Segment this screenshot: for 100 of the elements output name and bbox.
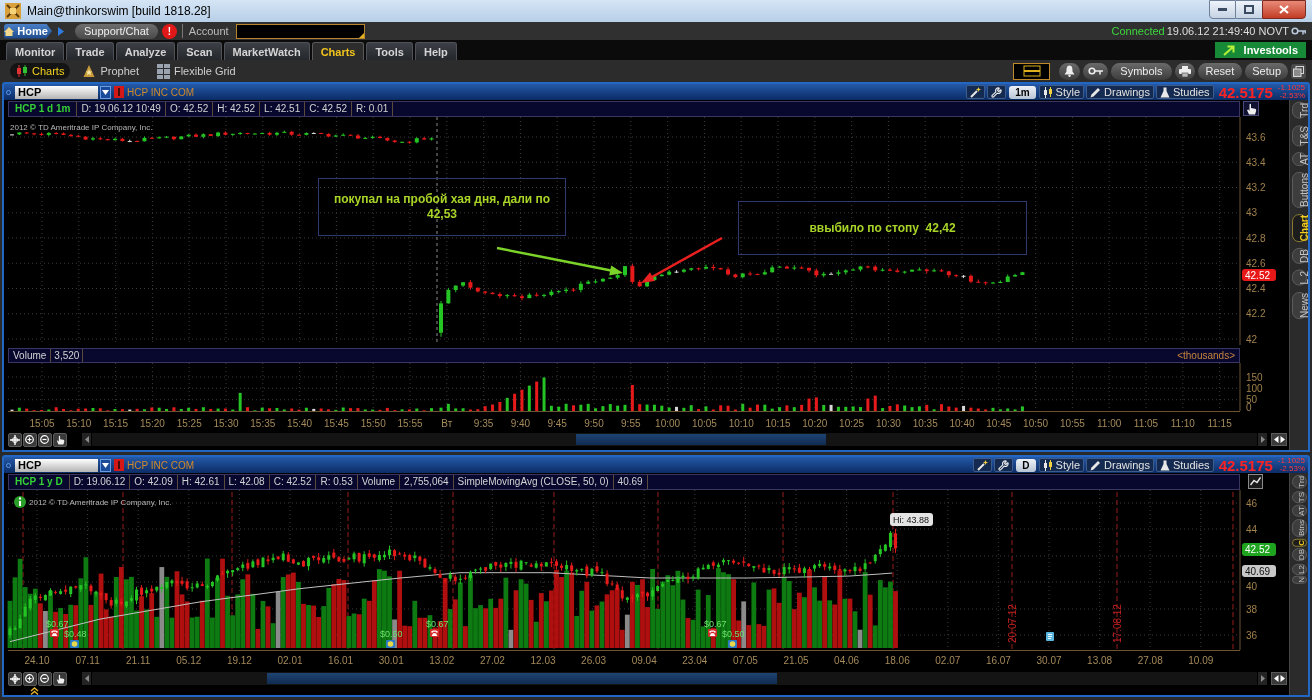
- side-tab[interactable]: AT: [1291, 504, 1307, 517]
- time-axis-label: 15:35: [250, 418, 276, 429]
- key-button[interactable]: [1083, 62, 1109, 80]
- home-button[interactable]: Home: [4, 23, 52, 39]
- account-label: Account: [188, 23, 229, 39]
- hand-icon: [55, 434, 65, 445]
- dropdown-button[interactable]: [100, 458, 111, 472]
- close-button[interactable]: [1262, 0, 1306, 19]
- crosshair-button[interactable]: [8, 671, 22, 686]
- main-tab[interactable]: Tools: [366, 42, 413, 60]
- minimize-button[interactable]: [1209, 0, 1236, 19]
- info-field: 2,755,064: [400, 474, 454, 489]
- side-tab[interactable]: Trd: [1291, 475, 1307, 489]
- print-button[interactable]: [1174, 62, 1195, 80]
- support-chat-button[interactable]: Support/Chat: [75, 23, 158, 39]
- style-button[interactable]: Style: [1038, 458, 1085, 472]
- main-tab[interactable]: Charts: [311, 42, 365, 60]
- scroll-left-button[interactable]: [82, 433, 91, 446]
- studies-button[interactable]: Studies: [1155, 458, 1214, 472]
- phone-icon[interactable]: [430, 629, 439, 637]
- side-tab[interactable]: N: [1291, 576, 1307, 585]
- coin-icon[interactable]: [70, 640, 79, 648]
- crosshair-button[interactable]: [8, 432, 22, 447]
- price-axis-label: 38: [1246, 603, 1258, 615]
- symbol-field[interactable]: HCP: [15, 85, 98, 99]
- phone-icon[interactable]: [50, 629, 59, 637]
- zoom-out-button[interactable]: [38, 671, 52, 686]
- pan-button[interactable]: [53, 432, 67, 447]
- alert-button[interactable]: !: [161, 23, 177, 39]
- layout-button[interactable]: [1013, 62, 1051, 80]
- side-tab[interactable]: Trd: [1291, 102, 1307, 119]
- scrollbar-thumb[interactable]: [576, 434, 826, 445]
- trend-line-button[interactable]: [1248, 474, 1263, 489]
- reset-button[interactable]: Reset: [1197, 62, 1243, 80]
- sub-tab[interactable]: Flexible Grid: [150, 63, 242, 79]
- wand-button[interactable]: [966, 85, 986, 99]
- side-tab[interactable]: Btns: [1291, 518, 1307, 537]
- chevron-up-icon[interactable]: [30, 686, 39, 695]
- main-tab[interactable]: Monitor: [6, 42, 65, 60]
- sub-tab[interactable]: Charts: [10, 63, 71, 79]
- time-axis-label: 10:05: [691, 418, 717, 429]
- time-axis-label: 10:50: [1023, 418, 1049, 429]
- account-field[interactable]: [235, 23, 365, 39]
- link-dot-icon[interactable]: [6, 462, 11, 468]
- scrollbar-thumb[interactable]: [267, 673, 777, 684]
- side-tab[interactable]: C: [1291, 538, 1307, 547]
- wrench-button[interactable]: [994, 458, 1014, 472]
- symbol-field[interactable]: HCP: [15, 458, 98, 472]
- window-button[interactable]: [1291, 63, 1306, 79]
- side-tab[interactable]: DB: [1291, 548, 1307, 562]
- side-tab[interactable]: DB: [1291, 248, 1307, 265]
- hand-button[interactable]: [1243, 101, 1259, 116]
- zoom-in-button[interactable]: [23, 671, 37, 686]
- info-icon[interactable]: [14, 496, 26, 508]
- side-tab[interactable]: TS: [1291, 490, 1307, 503]
- coin-icon[interactable]: [728, 640, 737, 648]
- style-button[interactable]: Style: [1038, 85, 1085, 99]
- side-tab[interactable]: Chart: [1291, 214, 1307, 243]
- expand-button[interactable]: [1271, 433, 1287, 446]
- maximize-button[interactable]: [1236, 0, 1262, 19]
- symbols-button[interactable]: Symbols: [1111, 62, 1172, 80]
- side-tab[interactable]: T&S: [1291, 124, 1307, 147]
- aggregation-button[interactable]: D: [1016, 458, 1036, 472]
- scroll-right-button[interactable]: [1258, 433, 1267, 446]
- main-tab[interactable]: Analyze: [115, 42, 176, 60]
- expand-button[interactable]: [1271, 672, 1287, 685]
- key-icon[interactable]: [1291, 27, 1306, 35]
- sub-tab[interactable]: Prophet: [76, 63, 145, 79]
- link-dot-icon[interactable]: [6, 89, 11, 95]
- side-tab[interactable]: News: [1291, 291, 1307, 319]
- alerts-button[interactable]: [1059, 62, 1081, 80]
- main-tab[interactable]: Help: [415, 42, 457, 60]
- dropdown-button[interactable]: [100, 85, 111, 99]
- wand-button[interactable]: [973, 458, 993, 472]
- scroll-right-button[interactable]: [1258, 672, 1267, 685]
- investools-button[interactable]: Investools: [1214, 42, 1306, 58]
- drawings-button[interactable]: Drawings: [1086, 458, 1154, 472]
- pan-button[interactable]: [53, 671, 67, 686]
- phone-icon[interactable]: [708, 629, 717, 637]
- scroll-left-button[interactable]: [82, 672, 91, 685]
- side-tab[interactable]: L 2: [1291, 270, 1307, 286]
- play-icon[interactable]: [58, 26, 64, 36]
- document-icon[interactable]: [1046, 632, 1054, 641]
- zoom-in-button[interactable]: [23, 432, 37, 447]
- home-icon: [4, 26, 15, 36]
- drawings-button[interactable]: Drawings: [1086, 85, 1154, 99]
- setup-button[interactable]: Setup: [1245, 62, 1288, 80]
- side-tab[interactable]: L2: [1291, 563, 1307, 575]
- wrench-button[interactable]: [987, 85, 1007, 99]
- side-tab[interactable]: AT: [1291, 152, 1307, 167]
- main-tab[interactable]: MarketWatch: [223, 42, 310, 60]
- aggregation-button[interactable]: 1m: [1009, 85, 1036, 99]
- main-tab[interactable]: Scan: [177, 42, 222, 60]
- studies-button[interactable]: Studies: [1155, 85, 1214, 99]
- side-tab[interactable]: Buttons: [1291, 172, 1307, 209]
- main-tab[interactable]: Trade: [66, 42, 114, 60]
- zoom-out-button[interactable]: [38, 432, 52, 447]
- date-axis-label: 19.12: [226, 655, 252, 666]
- coin-icon[interactable]: [386, 640, 395, 648]
- info-field: D: 19.06.12: [69, 474, 131, 489]
